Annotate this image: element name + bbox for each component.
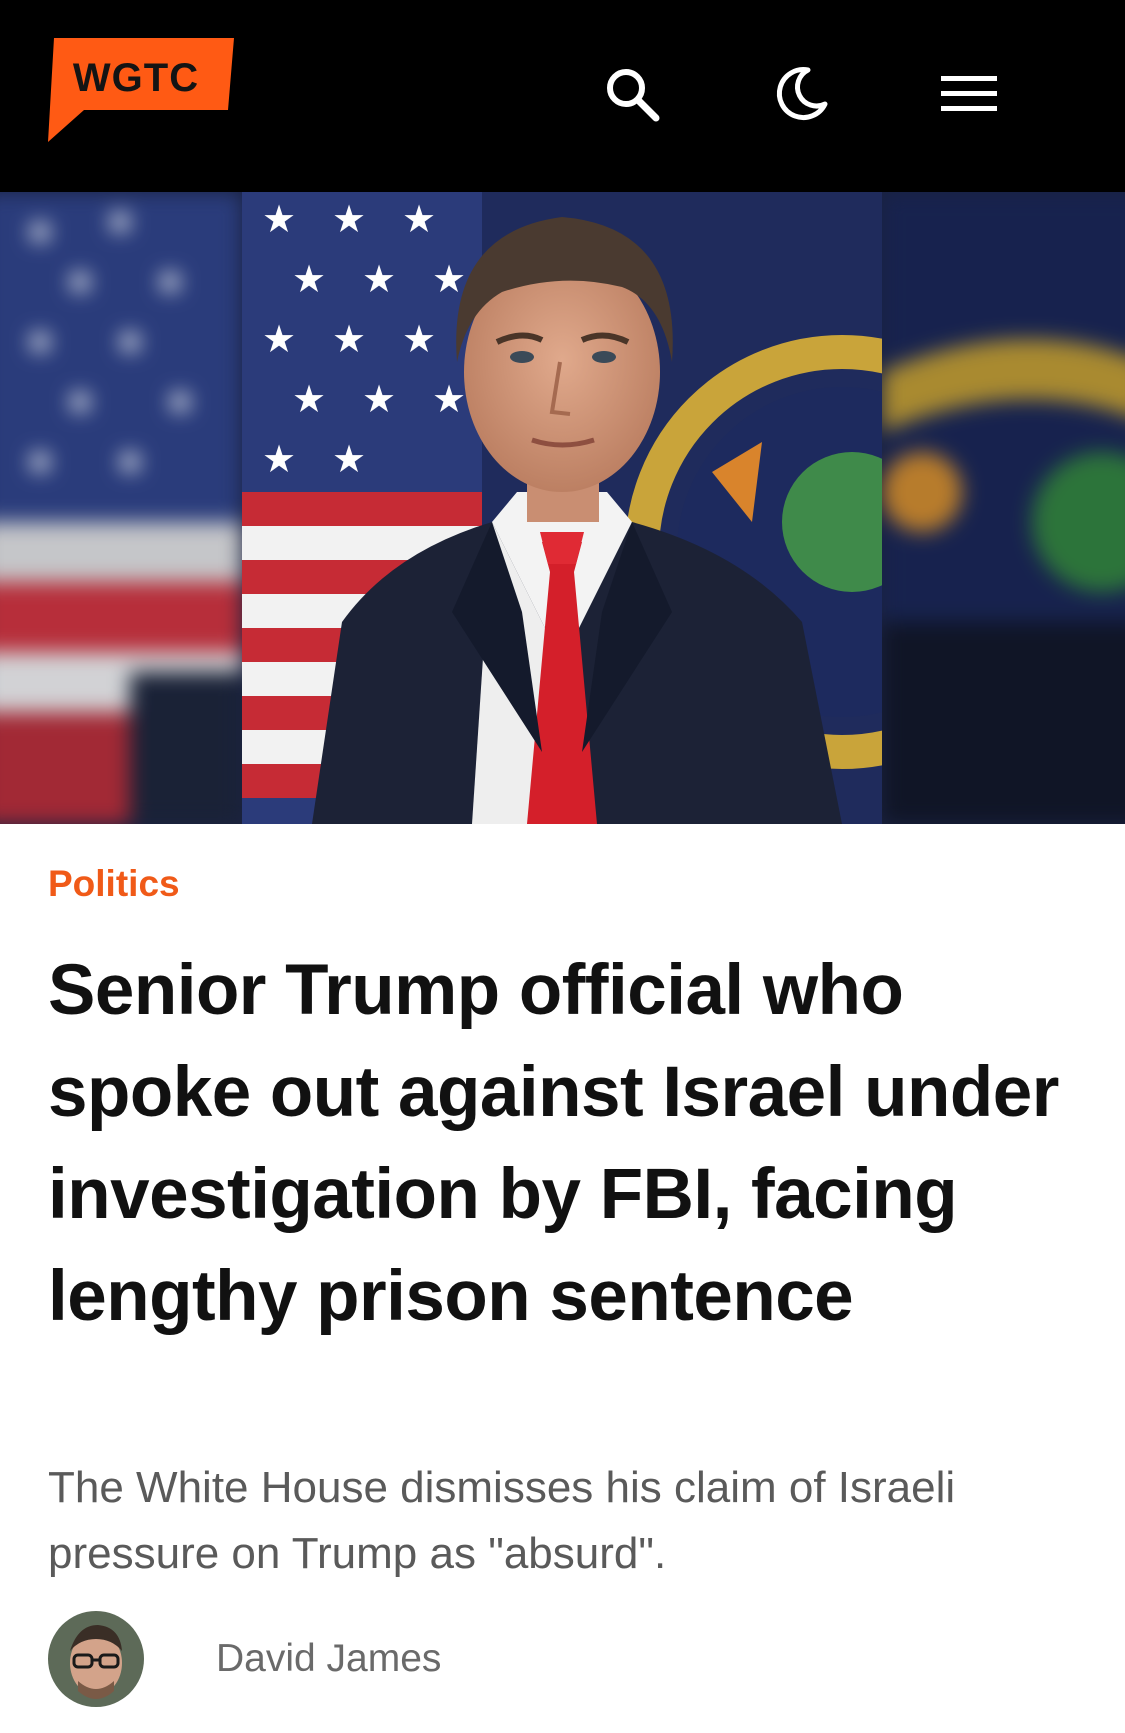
svg-text:★: ★ xyxy=(432,257,466,301)
hero-blur-left xyxy=(0,192,242,824)
article-category[interactable]: Politics xyxy=(48,862,180,906)
dark-mode-toggle[interactable] xyxy=(765,58,837,130)
svg-text:★: ★ xyxy=(292,257,326,301)
author-byline: David James xyxy=(48,1611,441,1707)
moon-icon xyxy=(776,67,828,121)
article-subheadline: The White House dismisses his claim of I… xyxy=(48,1463,956,1578)
article-headline[interactable]: Senior Trump official who spoke out agai… xyxy=(48,940,1068,1348)
site-logo[interactable]: WGTC xyxy=(48,38,234,142)
search-icon xyxy=(607,69,660,122)
svg-text:★: ★ xyxy=(332,437,366,481)
menu-button[interactable] xyxy=(933,58,1005,130)
svg-text:★: ★ xyxy=(432,377,466,421)
site-header: WGTC xyxy=(0,0,1125,192)
hero-blur-right xyxy=(882,192,1125,824)
hero-image[interactable]: ★ ★ ★ ★ ★ ★ ★ ★ ★ ★ ★ ★ ★ ★ xyxy=(0,192,1125,824)
svg-text:★: ★ xyxy=(402,317,436,361)
hamburger-menu-icon xyxy=(941,76,997,111)
svg-text:★: ★ xyxy=(332,317,366,361)
hero-portrait: ★ ★ ★ ★ ★ ★ ★ ★ ★ ★ ★ ★ ★ ★ xyxy=(242,192,882,824)
svg-text:★: ★ xyxy=(332,197,366,241)
logo-text: WGTC xyxy=(72,56,200,100)
svg-text:★: ★ xyxy=(262,317,296,361)
search-button[interactable] xyxy=(596,58,668,130)
svg-text:★: ★ xyxy=(262,197,296,241)
svg-text:★: ★ xyxy=(292,377,326,421)
svg-text:★: ★ xyxy=(362,377,396,421)
svg-text:★: ★ xyxy=(262,437,296,481)
author-avatar-image xyxy=(48,1611,144,1707)
svg-text:★: ★ xyxy=(402,197,436,241)
author-avatar[interactable] xyxy=(48,1611,144,1707)
author-name[interactable]: David James xyxy=(216,1637,441,1681)
svg-text:★: ★ xyxy=(362,257,396,301)
